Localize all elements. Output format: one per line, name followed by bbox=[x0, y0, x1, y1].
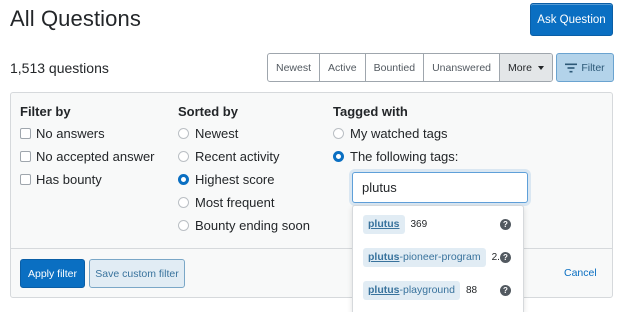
no-accepted-answer-checkbox[interactable]: No accepted answer bbox=[20, 149, 155, 164]
tag-rest-text: -playground bbox=[399, 284, 455, 296]
radio-label: Highest score bbox=[195, 172, 275, 187]
tag-count: 88 bbox=[465, 284, 478, 296]
help-icon[interactable]: ? bbox=[500, 251, 511, 263]
radio-label: My watched tags bbox=[350, 126, 448, 141]
sort-tabs: Newest Active Bountied Unanswered More bbox=[267, 53, 553, 82]
page-title: All Questions bbox=[10, 6, 141, 31]
tag-suggestions-dropdown: plutus 369 ? plutus -pioneer-program 2. ?… bbox=[352, 205, 524, 312]
tag-suggestion[interactable]: plutus -pioneer-program 2. ? bbox=[363, 247, 515, 267]
tag-match-text: plutus bbox=[368, 251, 400, 263]
tagged-with-heading: Tagged with bbox=[333, 104, 408, 119]
sorted-by-heading: Sorted by bbox=[178, 104, 238, 119]
filter-icon bbox=[565, 63, 578, 72]
apply-filter-button[interactable]: Apply filter bbox=[20, 259, 85, 288]
checkbox-label: No accepted answer bbox=[36, 149, 155, 164]
has-bounty-checkbox[interactable]: Has bounty bbox=[20, 172, 102, 187]
sort-newest-radio[interactable]: Newest bbox=[178, 126, 238, 141]
filter-button[interactable]: Filter bbox=[556, 53, 614, 82]
ask-question-button[interactable]: Ask Question bbox=[530, 3, 613, 36]
tag-chip: plutus -playground bbox=[363, 280, 460, 300]
radio-selected-icon bbox=[178, 174, 189, 185]
sort-most-frequent-radio[interactable]: Most frequent bbox=[178, 195, 275, 210]
radio-label: Most frequent bbox=[195, 195, 275, 210]
tag-input-value: plutus bbox=[362, 180, 397, 195]
radio-label: Bounty ending soon bbox=[195, 218, 310, 233]
checkbox-icon bbox=[20, 128, 31, 139]
sort-bounty-ending-radio[interactable]: Bounty ending soon bbox=[178, 218, 310, 233]
tag-count: 369 bbox=[410, 218, 428, 230]
more-label: More bbox=[508, 61, 532, 74]
tag-match-text: plutus bbox=[368, 284, 400, 296]
chevron-down-icon bbox=[537, 65, 544, 70]
tab-newest[interactable]: Newest bbox=[268, 54, 321, 81]
radio-icon bbox=[178, 220, 189, 231]
help-icon[interactable]: ? bbox=[500, 218, 511, 230]
radio-label: The following tags: bbox=[350, 149, 459, 164]
filter-label: Filter bbox=[581, 61, 605, 74]
following-tags-radio[interactable]: The following tags: bbox=[333, 149, 458, 164]
help-icon[interactable]: ? bbox=[500, 284, 511, 296]
checkbox-label: No answers bbox=[36, 126, 105, 141]
radio-label: Recent activity bbox=[195, 149, 280, 164]
tag-chip: plutus bbox=[363, 214, 405, 234]
tab-unanswered[interactable]: Unanswered bbox=[424, 54, 501, 81]
filter-by-heading: Filter by bbox=[20, 104, 71, 119]
radio-icon bbox=[333, 128, 344, 139]
tab-bountied[interactable]: Bountied bbox=[366, 54, 425, 81]
cancel-link[interactable]: Cancel bbox=[564, 267, 597, 279]
tag-input[interactable]: plutus bbox=[352, 172, 528, 203]
tag-count: 2. bbox=[491, 251, 500, 263]
tab-active[interactable]: Active bbox=[320, 54, 366, 81]
radio-icon bbox=[178, 197, 189, 208]
radio-selected-icon bbox=[333, 151, 344, 162]
save-custom-filter-button[interactable]: Save custom filter bbox=[89, 259, 185, 288]
watched-tags-radio[interactable]: My watched tags bbox=[333, 126, 448, 141]
no-answers-checkbox[interactable]: No answers bbox=[20, 126, 105, 141]
tag-match-text: plutus bbox=[368, 218, 400, 230]
tag-suggestion[interactable]: plutus -playground 88 ? bbox=[363, 280, 515, 300]
tag-chip: plutus -pioneer-program bbox=[363, 247, 486, 267]
sort-recent-activity-radio[interactable]: Recent activity bbox=[178, 149, 280, 164]
radio-label: Newest bbox=[195, 126, 239, 141]
checkbox-icon bbox=[20, 151, 31, 162]
radio-icon bbox=[178, 128, 189, 139]
radio-icon bbox=[178, 151, 189, 162]
sort-highest-score-radio[interactable]: Highest score bbox=[178, 172, 274, 187]
tag-rest-text: -pioneer-program bbox=[399, 251, 481, 263]
checkbox-label: Has bounty bbox=[36, 172, 102, 187]
tag-suggestion[interactable]: plutus 369 ? bbox=[363, 214, 515, 234]
checkbox-icon bbox=[20, 174, 31, 185]
more-dropdown-button[interactable]: More bbox=[500, 54, 552, 81]
question-count: 1,513 questions bbox=[10, 60, 109, 76]
